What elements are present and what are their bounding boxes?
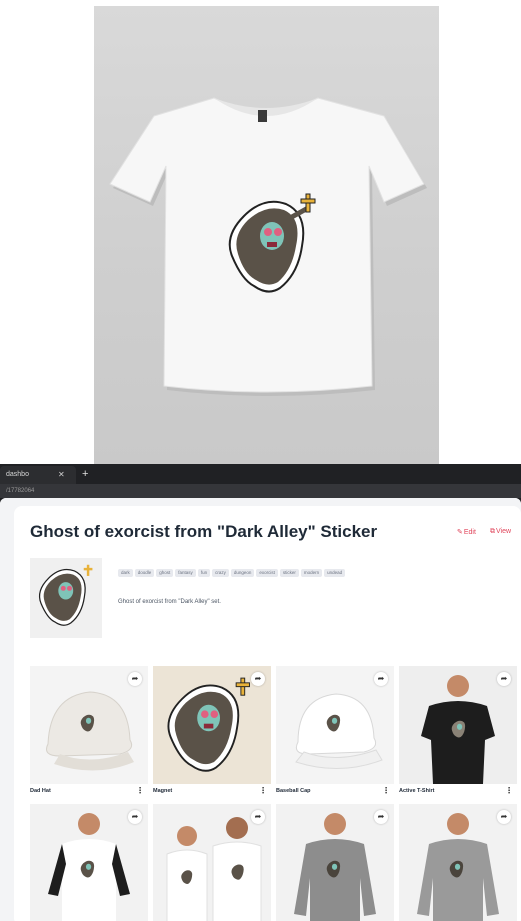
more-vertical-icon[interactable]: ⋮ <box>382 786 390 795</box>
browser-tab[interactable]: dashbo ✕ <box>0 466 76 484</box>
product-description: Ghost of exorcist from "Dark Alley" set. <box>118 599 221 605</box>
share-icon[interactable]: ➦ <box>128 810 142 824</box>
share-icon[interactable]: ➦ <box>374 810 388 824</box>
share-icon[interactable]: ➦ <box>497 672 511 686</box>
close-icon[interactable]: ✕ <box>58 466 65 484</box>
url-text: /17782064 <box>6 488 35 494</box>
baseball-cap-image: ➦ <box>276 666 394 784</box>
tag[interactable]: fun <box>197 569 211 577</box>
tag-list: dark doodle ghost fantasy fun crazy dungeon exo… <box>118 561 378 579</box>
edit-link[interactable]: ✎Edit <box>457 528 476 536</box>
share-icon[interactable]: ➦ <box>251 672 265 686</box>
product-tile-baseball-cap[interactable]: ➦ Baseball Cap ⋮ <box>276 666 394 795</box>
view-link[interactable]: ⧉View <box>490 528 511 536</box>
product-tile-long-sleeve[interactable]: ➦ <box>276 804 394 921</box>
product-tile-magnet[interactable]: ➦ Magnet ⋮ <box>153 666 271 795</box>
product-label: Active T-Shirt <box>399 788 435 794</box>
long-sleeve-grey-image: ➦ <box>399 804 517 921</box>
page-viewport: Ghost of exorcist from "Dark Alley" Stic… <box>0 498 521 921</box>
new-tab-button[interactable]: + <box>82 466 88 482</box>
tag[interactable]: ghost <box>156 569 174 577</box>
sticker-thumbnail <box>30 558 102 638</box>
more-vertical-icon[interactable]: ⋮ <box>505 786 513 795</box>
magnet-image: ➦ <box>153 666 271 784</box>
product-tile-long-sleeve-grey[interactable]: ➦ <box>399 804 517 921</box>
hero-product-photo <box>94 6 439 464</box>
pencil-icon: ✎ <box>457 529 463 536</box>
share-icon[interactable]: ➦ <box>374 672 388 686</box>
tag[interactable]: crazy <box>212 569 229 577</box>
tag[interactable]: undead <box>324 569 346 577</box>
tab-bar: dashbo ✕ + <box>0 464 521 484</box>
product-tile-active-tshirt[interactable]: ➦ Active T-Shirt ⋮ <box>399 666 517 795</box>
product-tile-raglan[interactable]: ➦ <box>30 804 148 921</box>
active-tshirt-image: ➦ <box>399 666 517 784</box>
page-title: Ghost of exorcist from "Dark Alley" Stic… <box>30 522 378 541</box>
address-bar[interactable]: /17782064 <box>0 484 521 498</box>
raglan-image: ➦ <box>30 804 148 921</box>
tag[interactable]: dark <box>118 569 133 577</box>
share-icon[interactable]: ➦ <box>497 810 511 824</box>
tag[interactable]: fantasy <box>175 569 196 577</box>
tshirt-couple-image: ➦ <box>153 804 271 921</box>
dad-hat-image: ➦ <box>30 666 148 784</box>
tshirt-mockup-image <box>109 97 427 396</box>
long-sleeve-image: ➦ <box>276 804 394 921</box>
product-tile-dad-hat[interactable]: ➦ Dad Hat ⋮ <box>30 666 148 795</box>
product-label: Dad Hat <box>30 788 51 794</box>
more-vertical-icon[interactable]: ⋮ <box>259 786 267 795</box>
view-label: View <box>496 528 512 535</box>
tag[interactable]: doodle <box>134 569 155 577</box>
browser-window: dashbo ✕ + /17782064 Ghost of exorcist f… <box>0 464 521 921</box>
product-tile-tshirt-couple[interactable]: ➦ <box>153 804 271 921</box>
edit-label: Edit <box>463 529 476 536</box>
tag[interactable]: modern <box>300 569 323 577</box>
share-icon[interactable]: ➦ <box>251 810 265 824</box>
tab-title: dashbo <box>6 471 29 478</box>
share-icon[interactable]: ➦ <box>128 672 142 686</box>
more-vertical-icon[interactable]: ⋮ <box>136 786 144 795</box>
tag[interactable]: dungeon <box>230 569 255 577</box>
product-label: Baseball Cap <box>276 788 311 794</box>
product-card: Ghost of exorcist from "Dark Alley" Stic… <box>14 506 521 921</box>
external-link-icon: ⧉ <box>490 528 495 535</box>
tag[interactable]: exorcist <box>256 569 278 577</box>
page-background: Ghost of exorcist from "Dark Alley" Stic… <box>0 498 521 921</box>
tag[interactable]: sticker <box>279 569 299 577</box>
product-label: Magnet <box>153 788 173 794</box>
